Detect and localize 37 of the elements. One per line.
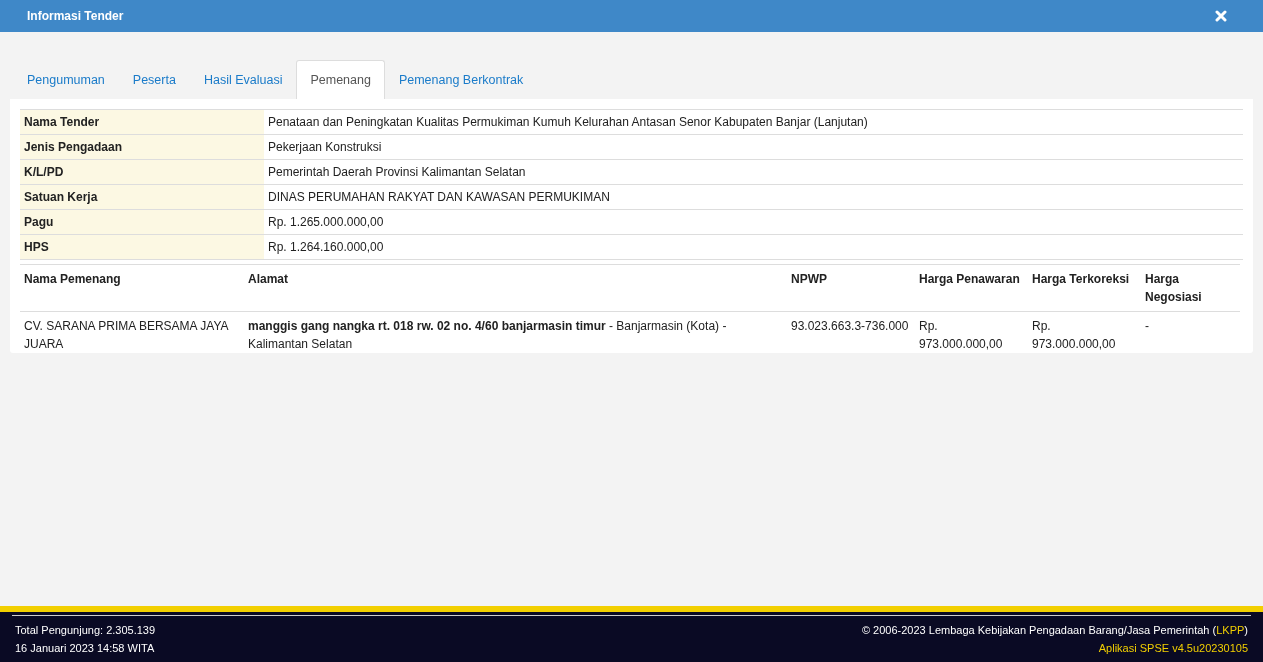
field-value: Pemerintah Daerah Provinsi Kalimantan Selatan <box>264 159 1243 185</box>
column-header: Harga Terkoreksi <box>1028 264 1141 312</box>
column-header: Harga Penawaran <box>915 264 1028 312</box>
copyright-text: © 2006-2023 Lembaga Kebijakan Pengadaan Barang/Jasa Pemerintah (LKPP) <box>861 623 1248 638</box>
table-cell: Rp. 973.000.000,00 <box>1028 311 1141 358</box>
field-label: Jenis Pengadaan <box>20 134 264 160</box>
close-icon <box>1215 10 1227 22</box>
table-cell: - <box>1141 311 1240 358</box>
field-value: Rp. 1.264.160.000,00 <box>264 234 1243 260</box>
tab[interactable]: Pemenang Berkontrak <box>384 60 538 99</box>
tab[interactable]: Pengumuman <box>13 60 119 99</box>
field-label: Nama Tender <box>20 109 264 135</box>
app-version: Aplikasi SPSE v4.5u20230105 <box>1098 641 1248 656</box>
field-value: Penataan dan Peningkatan Kualitas Permukiman Kumuh Kelurahan Antasan Senor Kabupaten Banjar (Lanjutan) <box>264 109 1243 135</box>
field-value: Rp. 1.265.000.000,00 <box>264 209 1243 235</box>
close-button[interactable] <box>1215 10 1227 22</box>
tab[interactable]: Peserta <box>118 60 190 99</box>
table-cell: 93.023.663.3-736.000 <box>787 311 915 358</box>
date-time: 16 Januari 2023 14:58 WITA <box>15 641 155 656</box>
field-value: Pekerjaan Konstruksi <box>264 134 1243 160</box>
column-header: NPWP <box>787 264 915 312</box>
table-cell: manggis gang nangka rt. 018 rw. 02 no. 4/60 banjarmasin timur - Banjarmasin (Kota) - Kalimantan Selatan <box>244 311 787 358</box>
field-label: Satuan Kerja <box>20 184 264 210</box>
visitor-count: Total Pengunjung: 2.305.139 <box>15 623 156 638</box>
field-label: Pagu <box>20 209 264 235</box>
column-header: Harga Negosiasi <box>1141 264 1240 312</box>
lkpp-link[interactable]: LKPP <box>1216 624 1245 636</box>
window-title: Informasi Tender <box>27 9 124 23</box>
field-label: K/L/PD <box>20 159 264 185</box>
field-value: DINAS PERUMAHAN RAKYAT DAN KAWASAN PERMUKIMAN <box>264 184 1243 210</box>
table-cell: CV. SARANA PRIMA BERSAMA JAYA JUARA <box>20 311 244 358</box>
field-label: HPS <box>20 234 264 260</box>
tab[interactable]: Hasil Evaluasi <box>189 60 297 99</box>
column-header: Nama Pemenang <box>20 264 244 312</box>
table-cell: Rp. 973.000.000,00 <box>915 311 1028 358</box>
column-header: Alamat <box>244 264 787 312</box>
tab[interactable]: Pemenang <box>296 60 385 99</box>
